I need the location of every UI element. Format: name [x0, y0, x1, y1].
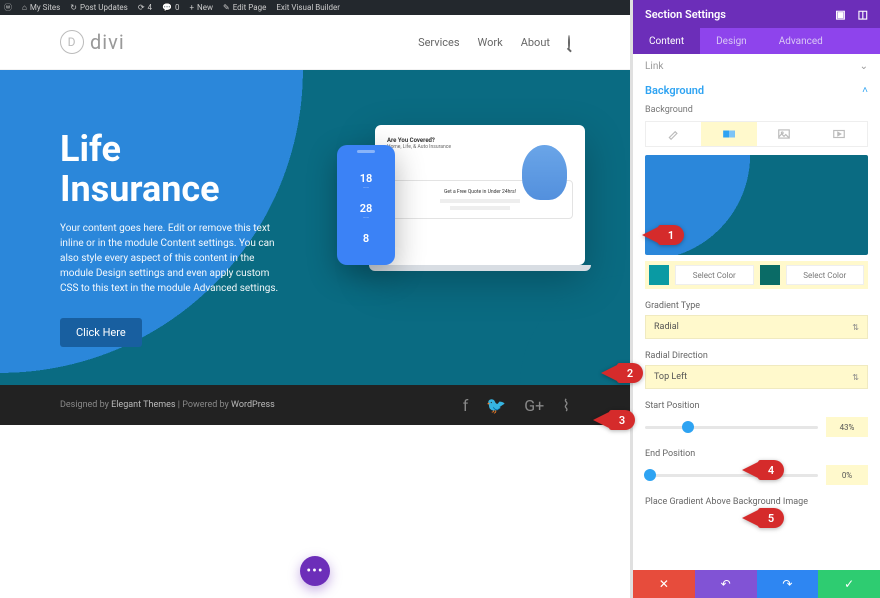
site-nav: Services Work About	[418, 36, 570, 49]
expand-icon[interactable]: ▣	[835, 8, 845, 21]
footer-credit: Designed by Elegant Themes | Powered by …	[60, 400, 275, 410]
annotation-4: 4	[742, 460, 784, 480]
radial-direction-select[interactable]: Top Left⇅	[645, 365, 868, 389]
redo-icon: ↷	[782, 577, 792, 591]
my-sites-menu[interactable]: ⌂My Sites	[22, 3, 60, 12]
wp-logo[interactable]: ⓦ	[4, 2, 12, 13]
search-icon	[568, 35, 570, 50]
gradient-color-swatches: Select Color Select Color	[645, 261, 868, 289]
link-group[interactable]: Link⌄	[645, 54, 868, 78]
undo-icon: ↶	[721, 577, 731, 591]
divi-fab-button[interactable]: •••	[300, 556, 330, 586]
place-above-label: Place Gradient Above Background Image	[645, 497, 868, 507]
comment-icon: 💬	[162, 3, 172, 12]
bg-type-color[interactable]	[646, 122, 701, 146]
refresh-icon: ↻	[70, 3, 77, 12]
hero-desc: Your content goes here. Edit or remove t…	[60, 221, 290, 296]
chevron-up-icon: ˄	[862, 85, 868, 96]
panel-header: Section Settings ▣ ◫	[633, 0, 880, 28]
undo-button[interactable]: ↶	[695, 570, 757, 598]
end-position-slider[interactable]	[645, 474, 818, 477]
end-position-value[interactable]: 0%	[826, 465, 868, 485]
gradient-icon	[722, 127, 736, 141]
select-color-1-button[interactable]: Select Color	[675, 265, 754, 285]
video-icon	[832, 127, 846, 141]
nav-work[interactable]: Work	[478, 36, 503, 49]
select-arrows-icon: ⇅	[852, 323, 859, 332]
nav-search[interactable]	[568, 36, 570, 49]
page-preview: D divi Services Work About LifeInsurance…	[0, 15, 630, 598]
start-position-slider[interactable]	[645, 426, 818, 429]
gradient-type-label: Gradient Type	[645, 301, 868, 311]
site-footer: Designed by Elegant Themes | Powered by …	[0, 385, 630, 425]
slider-thumb[interactable]	[644, 469, 656, 481]
gradient-color-2[interactable]	[760, 265, 780, 285]
rss-icon[interactable]: ⌇	[562, 396, 570, 415]
select-color-2-button[interactable]: Select Color	[786, 265, 865, 285]
nav-about[interactable]: About	[521, 36, 550, 49]
edit-page[interactable]: ✎Edit Page	[223, 3, 266, 12]
bg-type-gradient[interactable]	[701, 122, 756, 146]
cancel-button[interactable]: ✕	[633, 570, 695, 598]
wp-link[interactable]: WordPress	[231, 400, 275, 410]
annotation-5: 5	[742, 508, 784, 528]
chevron-down-icon: ⌄	[860, 61, 868, 72]
house-icon: ⌂	[22, 3, 27, 12]
hero-section[interactable]: LifeInsurance Your content goes here. Ed…	[0, 70, 630, 385]
background-group[interactable]: Background ˄	[645, 84, 868, 97]
snap-icon[interactable]: ◫	[858, 8, 868, 21]
updates-count[interactable]: ⟳4	[138, 3, 152, 12]
save-button[interactable]: ✓	[818, 570, 880, 598]
check-icon: ✓	[844, 577, 854, 591]
hero-image: 18—— 28—— 8 Are You Covered? Home, Life,…	[337, 125, 585, 265]
start-position-label: Start Position	[645, 401, 868, 411]
bg-type-video[interactable]	[812, 122, 867, 146]
panel-footer-actions: ✕ ↶ ↷ ✓	[633, 570, 880, 598]
tab-design[interactable]: Design	[700, 28, 763, 54]
laptop-mockup: Are You Covered? Home, Life, & Auto Insu…	[375, 125, 585, 265]
tab-content[interactable]: Content	[633, 28, 700, 54]
gradient-color-1[interactable]	[649, 265, 669, 285]
tab-advanced[interactable]: Advanced	[763, 28, 839, 54]
google-plus-icon[interactable]: G+	[524, 396, 544, 415]
site-header: D divi Services Work About	[0, 15, 630, 70]
panel-tabs: Content Design Advanced	[633, 28, 880, 54]
annotation-3: 3	[593, 410, 635, 430]
logo-text: divi	[90, 30, 125, 54]
annotation-1: 1	[642, 225, 684, 245]
plus-icon: +	[189, 3, 194, 12]
image-icon	[777, 127, 791, 141]
panel-title: Section Settings	[645, 8, 726, 21]
radial-direction-label: Radial Direction	[645, 351, 868, 361]
bg-type-image[interactable]	[757, 122, 812, 146]
pencil-icon: ✎	[223, 3, 230, 12]
redo-button[interactable]: ↷	[757, 570, 819, 598]
sync-icon: ⟳	[138, 3, 145, 12]
facebook-icon[interactable]: f	[463, 396, 469, 415]
start-position-value[interactable]: 43%	[826, 417, 868, 437]
phone-mockup: 18—— 28—— 8	[337, 145, 395, 265]
comments-count[interactable]: 💬0	[162, 3, 179, 12]
panel-body: Link⌄ Background ˄ Background Select Col…	[633, 54, 880, 570]
background-type-tabs	[645, 121, 868, 147]
hero-cta-button[interactable]: Click Here	[60, 318, 142, 347]
end-position-label: End Position	[645, 449, 868, 459]
post-updates[interactable]: ↻Post Updates	[70, 3, 128, 12]
paint-icon	[667, 127, 681, 141]
twitter-icon[interactable]: 🐦	[486, 396, 506, 415]
select-arrows-icon: ⇅	[852, 373, 859, 382]
background-label: Background	[645, 105, 868, 115]
site-logo[interactable]: D divi	[60, 30, 125, 54]
nav-services[interactable]: Services	[418, 36, 459, 49]
new-menu[interactable]: +New	[189, 3, 213, 12]
gradient-type-select[interactable]: Radial⇅	[645, 315, 868, 339]
exit-visual-builder[interactable]: Exit Visual Builder	[276, 3, 340, 12]
logo-mark: D	[60, 30, 84, 54]
et-link[interactable]: Elegant Themes	[111, 400, 175, 410]
slider-thumb[interactable]	[682, 421, 694, 433]
annotation-2: 2	[601, 363, 643, 383]
close-icon: ✕	[659, 577, 669, 591]
